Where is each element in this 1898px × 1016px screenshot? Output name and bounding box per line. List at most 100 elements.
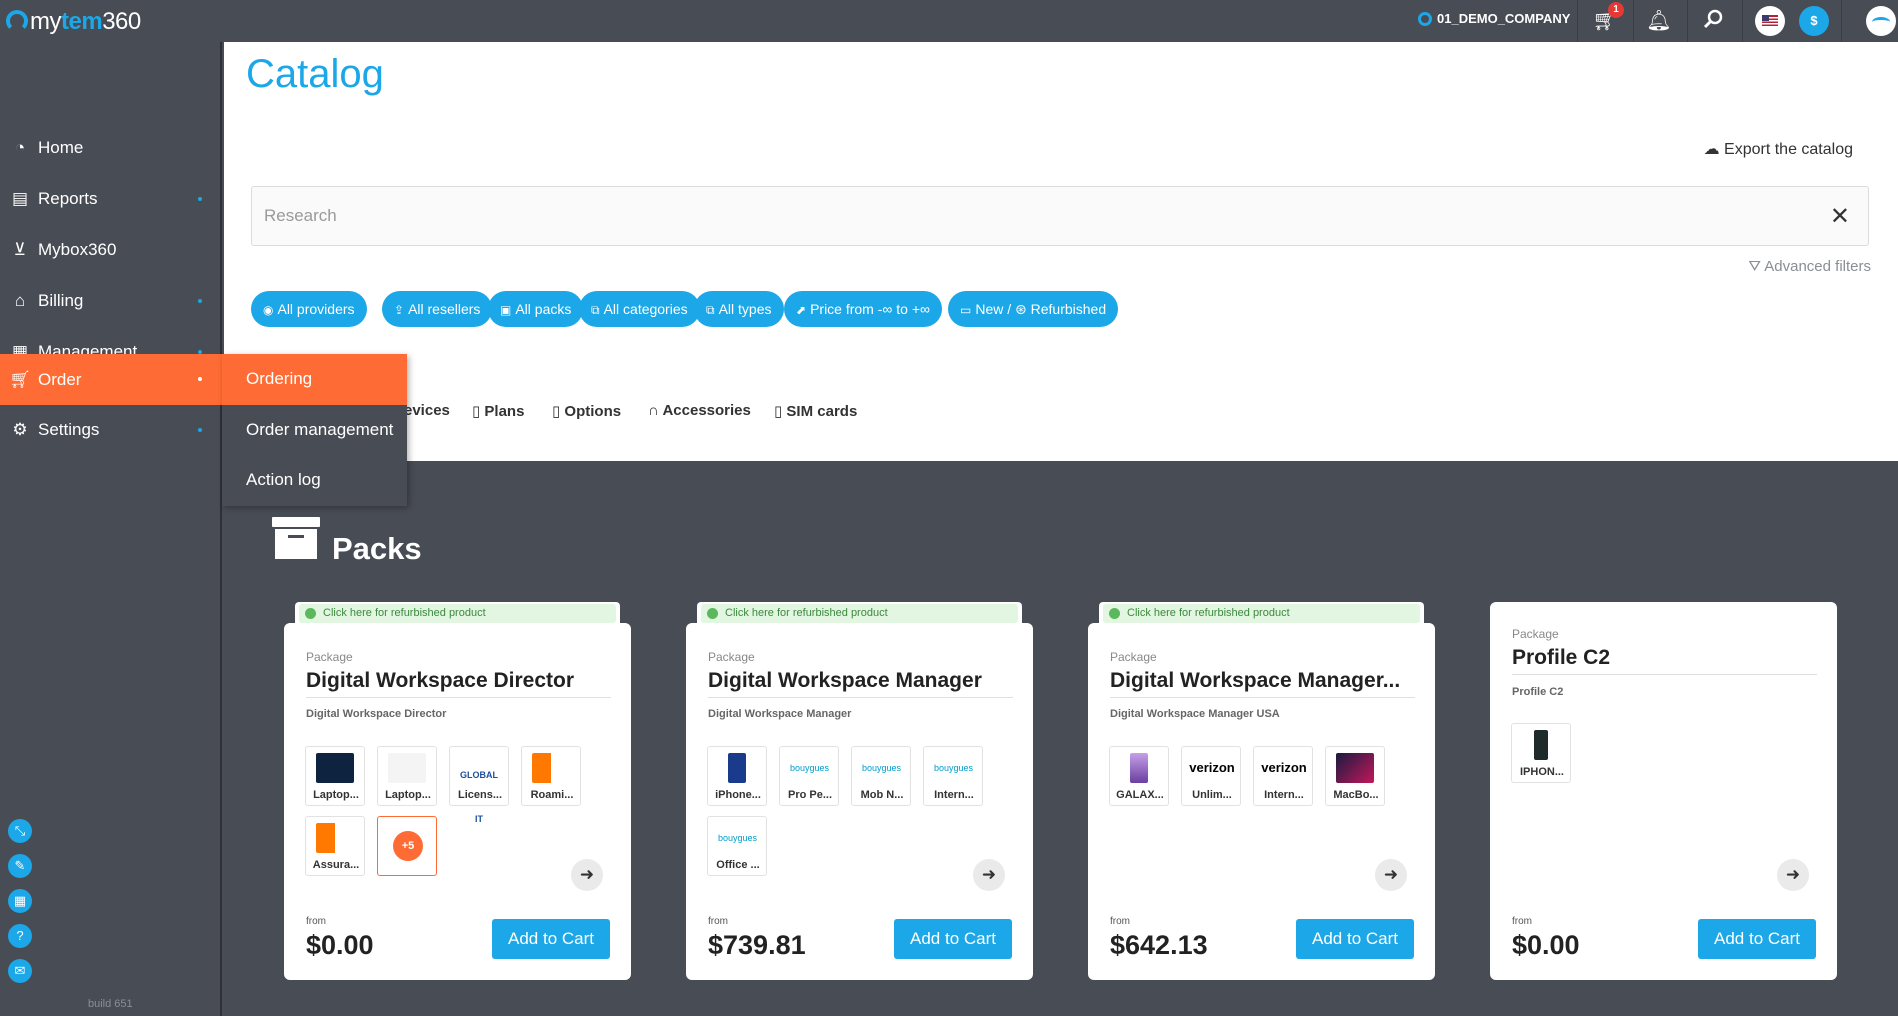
- app-logo[interactable]: mytem360: [6, 8, 141, 36]
- notifications-button[interactable]: 🔔︎: [1646, 8, 1672, 34]
- pack-item[interactable]: GALAX...: [1109, 746, 1169, 806]
- sidebar-item-label: Settings: [38, 420, 100, 439]
- price: $642.13: [1110, 930, 1208, 960]
- details-arrow-icon[interactable]: ➜: [571, 859, 603, 891]
- language-flag-button[interactable]: [1755, 6, 1785, 36]
- sidebar-item-order[interactable]: 🛒︎ Order: [0, 354, 222, 405]
- package-subtitle: Profile C2: [1512, 686, 1564, 698]
- tab-label: Plans: [484, 403, 525, 420]
- chip-all-packs[interactable]: ▣ All packs: [488, 291, 584, 327]
- help-icon: ?: [16, 928, 24, 943]
- currency-button[interactable]: $: [1799, 6, 1829, 36]
- price: $0.00: [1512, 930, 1580, 960]
- tab-plans[interactable]: ▯ Plans: [472, 402, 524, 420]
- pack-card: Click here for refurbished product Packa…: [1088, 602, 1435, 980]
- pack-item[interactable]: Laptop...: [305, 746, 365, 806]
- package-subtitle: Digital Workspace Director: [306, 708, 447, 720]
- advanced-filters-link[interactable]: ⛛ Advanced filters: [1748, 258, 1871, 275]
- pack-item[interactable]: verizon Intern...: [1253, 746, 1313, 806]
- sidebar-item-label: Order: [38, 370, 82, 389]
- chip-price-range[interactable]: ⬈ Price from -∞ to +∞: [784, 291, 942, 327]
- chip-condition[interactable]: ▭ New / ⊛ Refurbished: [948, 291, 1119, 327]
- sidebar-item-mybox360[interactable]: ⊻ Mybox360: [0, 225, 222, 275]
- pack-item[interactable]: Assura...: [305, 816, 365, 876]
- help-button[interactable]: ?: [8, 924, 32, 948]
- pack-item[interactable]: bouygues Intern...: [923, 746, 983, 806]
- search-button[interactable]: [1700, 8, 1726, 34]
- tab-sim-cards[interactable]: ▯ SIM cards: [774, 402, 857, 420]
- item-label: Intern...: [1264, 789, 1304, 801]
- price: $739.81: [708, 930, 806, 960]
- search-input[interactable]: [252, 187, 1752, 245]
- tab-devices[interactable]: evices: [404, 402, 450, 419]
- add-to-cart-button[interactable]: Add to Cart: [1296, 919, 1414, 959]
- archive-box-icon: [272, 517, 320, 559]
- add-to-cart-button[interactable]: Add to Cart: [894, 919, 1012, 959]
- laptop-thumbnail-icon: [316, 753, 354, 783]
- sidebar-item-settings[interactable]: ⚙ Settings: [0, 405, 222, 455]
- more-items-button[interactable]: +5: [377, 816, 437, 876]
- add-to-cart-button[interactable]: Add to Cart: [1698, 919, 1816, 959]
- calculator-button[interactable]: ▦: [8, 889, 32, 913]
- sim-card-icon: ▯: [774, 403, 787, 420]
- refurbished-label: Click here for refurbished product: [725, 607, 888, 619]
- verizon-logo-icon: verizon: [1186, 753, 1238, 783]
- pack-item[interactable]: MacBo...: [1325, 746, 1385, 806]
- chip-all-types[interactable]: ⧉ All types: [694, 291, 784, 327]
- chart-icon: ⬈: [796, 303, 807, 317]
- submenu-item-order-management[interactable]: Order management: [222, 405, 407, 455]
- cloud-download-icon: ☁: [1703, 141, 1720, 158]
- contact-button[interactable]: ✉: [8, 959, 32, 983]
- sidebar-item-label: Reports: [38, 189, 98, 208]
- report-icon: ▤: [11, 189, 29, 208]
- submenu-indicator: [198, 428, 202, 432]
- pack-item[interactable]: bouygues Pro Pe...: [779, 746, 839, 806]
- tab-accessories[interactable]: ∩ Accessories: [648, 402, 751, 419]
- refurbished-icon: [707, 608, 718, 619]
- sidebar-item-billing[interactable]: ⌂ Billing: [0, 276, 222, 326]
- chip-all-categories[interactable]: ⧉ All categories: [579, 291, 700, 327]
- pack-item[interactable]: iPhone...: [707, 746, 767, 806]
- galaxy-phone-thumbnail-icon: [1130, 753, 1148, 783]
- pack-card-body[interactable]: Package Digital Workspace Director Digit…: [284, 623, 631, 980]
- sidebar-item-reports[interactable]: ▤ Reports: [0, 174, 222, 224]
- pack-item[interactable]: verizon Unlim...: [1181, 746, 1241, 806]
- tab-label: SIM cards: [786, 403, 858, 420]
- collapse-sidebar-button[interactable]: ⤡: [8, 819, 32, 843]
- pack-item[interactable]: bouygues Office ...: [707, 816, 767, 876]
- company-selector[interactable]: 01_DEMO_COMPANY: [1418, 11, 1570, 26]
- orange-business-logo-icon: [532, 753, 570, 783]
- cart-button[interactable]: 🛒︎ 1: [1592, 2, 1624, 34]
- order-submenu: Ordering Order management Action log: [222, 354, 407, 506]
- export-catalog-button[interactable]: ☁ Export the catalog: [1704, 139, 1853, 159]
- pack-item[interactable]: IPHON...: [1511, 723, 1571, 783]
- chip-label: All categories: [603, 301, 688, 317]
- pack-item[interactable]: Roami...: [521, 746, 581, 806]
- pack-item[interactable]: GLOBAL IT Licens...: [449, 746, 509, 824]
- user-avatar[interactable]: [1866, 6, 1896, 36]
- tab-label: Accessories: [662, 402, 751, 419]
- iphone-thumbnail-icon: [1534, 730, 1548, 760]
- details-arrow-icon[interactable]: ➜: [973, 859, 1005, 891]
- submenu-item-ordering[interactable]: Ordering: [222, 354, 407, 405]
- antenna-icon: ◉: [263, 303, 274, 317]
- pack-card-body[interactable]: Package Digital Workspace Manager... Dig…: [1088, 623, 1435, 980]
- details-arrow-icon[interactable]: ➜: [1777, 859, 1809, 891]
- add-to-cart-button[interactable]: Add to Cart: [492, 919, 610, 959]
- edit-tool-button[interactable]: ✎: [8, 854, 32, 878]
- tab-options[interactable]: ▯ Options: [552, 402, 621, 420]
- pack-card-body[interactable]: Package Profile C2 Profile C2 IPHON... ➜…: [1490, 602, 1837, 980]
- details-arrow-icon[interactable]: ➜: [1375, 859, 1407, 891]
- submenu-item-action-log[interactable]: Action log: [222, 455, 407, 505]
- laptop-thumbnail-icon: [388, 753, 426, 783]
- search-icon: [1703, 9, 1723, 29]
- chip-all-resellers[interactable]: ⇪ All resellers: [382, 291, 493, 327]
- clear-search-icon[interactable]: ✕: [1830, 202, 1850, 231]
- pack-item[interactable]: Laptop...: [377, 746, 437, 806]
- pack-item[interactable]: bouygues Mob N...: [851, 746, 911, 806]
- chip-all-providers[interactable]: ◉ All providers: [251, 291, 367, 327]
- tab-label: evices: [404, 402, 450, 419]
- bouygues-logo-icon: bouygues: [790, 753, 829, 783]
- pack-card-body[interactable]: Package Digital Workspace Manager Digita…: [686, 623, 1033, 980]
- sidebar-item-home[interactable]: ◔ Home: [0, 123, 222, 173]
